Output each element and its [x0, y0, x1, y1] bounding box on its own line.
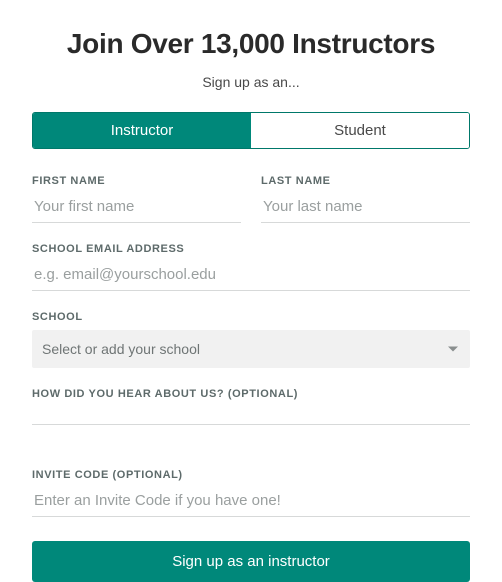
- field-first-name: FIRST NAME: [32, 175, 241, 223]
- page-heading: Join Over 13,000 Instructors: [32, 28, 470, 60]
- input-last-name[interactable]: [261, 194, 470, 223]
- label-email: SCHOOL EMAIL ADDRESS: [32, 243, 470, 255]
- page-subheading: Sign up as an...: [32, 74, 470, 90]
- label-school: SCHOOL: [32, 311, 470, 323]
- field-last-name: LAST NAME: [261, 175, 470, 223]
- role-tabs: Instructor Student: [32, 112, 470, 149]
- field-how-heard: HOW DID YOU HEAR ABOUT US? (OPTIONAL): [32, 388, 470, 449]
- label-last-name: LAST NAME: [261, 175, 470, 187]
- field-invite-code: INVITE CODE (OPTIONAL): [32, 469, 470, 517]
- select-school[interactable]: Select or add your school: [32, 330, 470, 368]
- input-email[interactable]: [32, 262, 470, 291]
- label-invite-code: INVITE CODE (OPTIONAL): [32, 469, 470, 481]
- tab-instructor[interactable]: Instructor: [33, 113, 251, 148]
- tab-student[interactable]: Student: [251, 113, 469, 148]
- input-how-heard[interactable]: [32, 411, 470, 425]
- field-school: SCHOOL Select or add your school: [32, 311, 470, 368]
- field-email: SCHOOL EMAIL ADDRESS: [32, 243, 470, 291]
- label-first-name: FIRST NAME: [32, 175, 241, 187]
- input-invite-code[interactable]: [32, 488, 470, 517]
- submit-button[interactable]: Sign up as an instructor: [32, 541, 470, 582]
- input-first-name[interactable]: [32, 194, 241, 223]
- label-how-heard: HOW DID YOU HEAR ABOUT US? (OPTIONAL): [32, 388, 470, 400]
